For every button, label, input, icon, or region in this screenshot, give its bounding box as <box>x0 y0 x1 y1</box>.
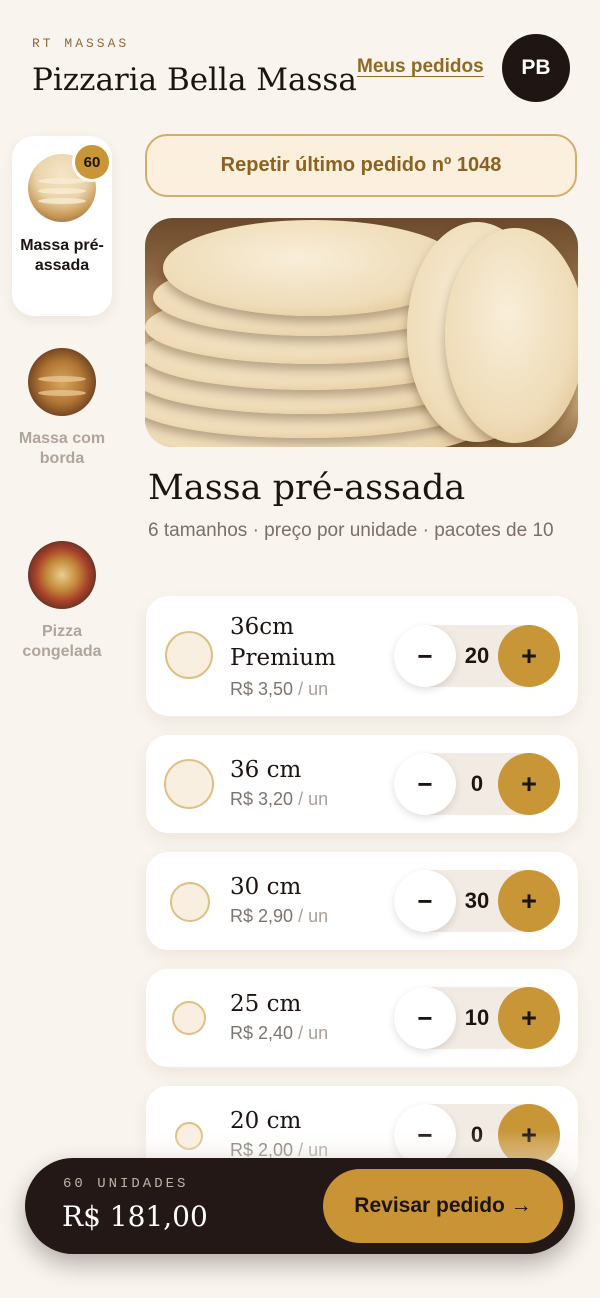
category-item-pizza-congelada[interactable]: Pizza congelada <box>12 523 112 683</box>
decrease-quantity-button[interactable]: − <box>394 625 456 687</box>
size-indicator <box>164 759 214 809</box>
product-price: R$ 2,40 / un <box>230 1023 328 1044</box>
category-item-massa-com-borda[interactable]: Massa com borda <box>12 330 112 500</box>
quantity-stepper: − 30 + <box>394 870 560 932</box>
product-name: 25 cm <box>230 991 302 1017</box>
quantity-value: 0 <box>470 1122 484 1147</box>
repeat-last-order-button[interactable]: Repetir último pedido nº 1048 <box>145 134 577 197</box>
quantity-stepper: − 0 + <box>394 1104 560 1166</box>
section-subtitle: 6 tamanhos · preço por unidade · pacotes… <box>148 520 554 541</box>
price-value: R$ 3,50 <box>230 679 294 699</box>
decrease-quantity-button[interactable]: − <box>394 987 456 1049</box>
product-card: 36 cm R$ 3,20 / un − 0 + <box>146 735 578 833</box>
quantity-value: 20 <box>464 643 490 668</box>
category-label: Massa pré-assada <box>20 237 104 274</box>
size-indicator <box>165 631 213 679</box>
bordered-crust-thumbnail <box>28 348 96 416</box>
cart-unit-count: 60 UNIDADES <box>63 1176 189 1192</box>
product-name: 36 cm <box>230 757 302 783</box>
product-card: 36cm Premium R$ 3,50 / un − 20 + <box>146 596 578 716</box>
quantity-stepper: − 20 + <box>394 625 560 687</box>
price-unit: / un <box>298 1140 329 1160</box>
product-hero-image <box>145 218 578 447</box>
price-value: R$ 2,40 <box>230 1023 294 1043</box>
cart-summary-bar: 60 UNIDADES R$ 181,00 Revisar pedido → <box>25 1158 575 1254</box>
brand-kicker: RT MASSAS <box>32 36 130 51</box>
decrease-quantity-button[interactable]: − <box>394 753 456 815</box>
increase-quantity-button[interactable]: + <box>498 753 560 815</box>
increase-quantity-button[interactable]: + <box>498 1104 560 1166</box>
product-name: 20 cm <box>230 1108 302 1134</box>
page-title: Pizzaria Bella Massa <box>32 62 357 98</box>
quantity-stepper: − 0 + <box>394 753 560 815</box>
decrease-quantity-button[interactable]: − <box>394 870 456 932</box>
price-value: R$ 2,00 <box>230 1140 294 1160</box>
product-name: 30 cm <box>230 874 302 900</box>
my-orders-link[interactable]: Meus pedidos <box>357 56 484 78</box>
frozen-pizza-thumbnail <box>28 541 96 609</box>
size-indicator <box>172 1001 206 1035</box>
product-price: R$ 3,20 / un <box>230 789 328 810</box>
category-item-massa-pre-assada[interactable]: 60 Massa pré-assada <box>12 136 112 316</box>
product-card: 25 cm R$ 2,40 / un − 10 + <box>146 969 578 1067</box>
category-count-badge: 60 <box>72 142 112 182</box>
decrease-quantity-button[interactable]: − <box>394 1104 456 1166</box>
increase-quantity-button[interactable]: + <box>498 625 560 687</box>
product-name: 36cm Premium <box>230 614 336 671</box>
size-indicator <box>175 1122 203 1150</box>
size-indicator <box>170 882 210 922</box>
quantity-value: 30 <box>464 888 490 913</box>
price-value: R$ 3,20 <box>230 789 294 809</box>
category-label: Massa com borda <box>18 430 106 467</box>
avatar[interactable]: PB <box>502 34 570 102</box>
cart-total: R$ 181,00 <box>62 1200 208 1233</box>
price-unit: / un <box>298 789 329 809</box>
header: RT MASSAS Pizzaria Bella Massa Meus pedi… <box>32 34 570 106</box>
increase-quantity-button[interactable]: + <box>498 870 560 932</box>
price-unit: / un <box>298 1023 329 1043</box>
product-price: R$ 2,90 / un <box>230 906 328 927</box>
section-title: Massa pré-assada <box>148 468 466 508</box>
quantity-stepper: − 10 + <box>394 987 560 1049</box>
product-price: R$ 3,50 / un <box>230 679 328 700</box>
quantity-value: 0 <box>470 771 484 796</box>
review-order-button[interactable]: Revisar pedido → <box>323 1169 563 1243</box>
increase-quantity-button[interactable]: + <box>498 987 560 1049</box>
quantity-value: 10 <box>464 1005 490 1030</box>
price-unit: / un <box>298 679 329 699</box>
category-label: Pizza congelada <box>22 623 102 660</box>
price-value: R$ 2,90 <box>230 906 294 926</box>
price-unit: / un <box>298 906 329 926</box>
product-card: 30 cm R$ 2,90 / un − 30 + <box>146 852 578 950</box>
